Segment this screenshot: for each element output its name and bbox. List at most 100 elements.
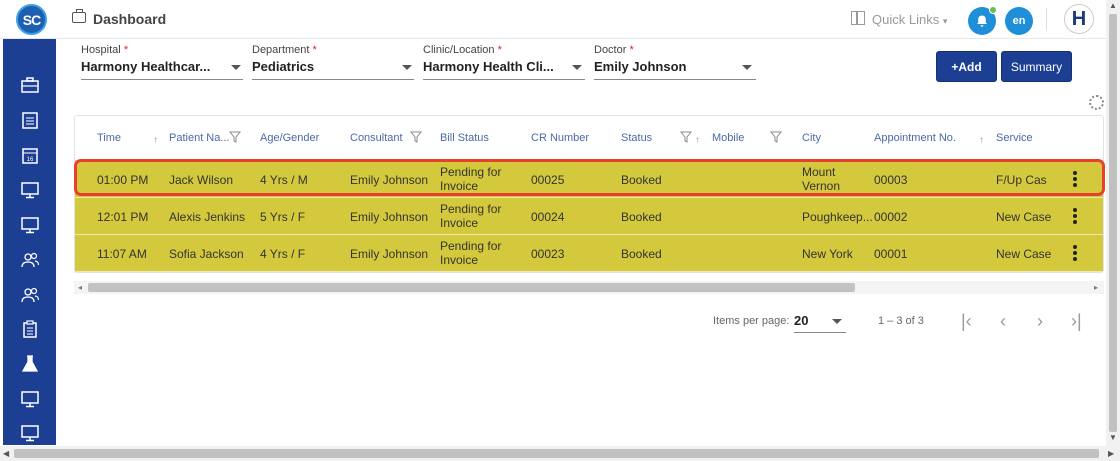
notifications-button[interactable] — [968, 6, 997, 35]
scroll-down-icon[interactable]: ▼ — [1109, 433, 1117, 442]
page-horizontal-scrollbar[interactable]: ◀ ▶ — [0, 446, 1120, 461]
cell-status: Booked — [621, 173, 662, 187]
scroll-up-icon[interactable]: ▲ — [1109, 1, 1117, 10]
cell-patient: Alexis Jenkins — [169, 210, 246, 224]
scrollbar-thumb[interactable] — [14, 449, 1099, 458]
filter-icon[interactable] — [410, 131, 422, 143]
summary-button[interactable]: Summary — [1001, 51, 1072, 82]
monitor-icon[interactable] — [20, 180, 40, 200]
divider — [1046, 8, 1047, 30]
cell-age: 4 Yrs / M — [260, 173, 308, 187]
cell-time: 01:00 PM — [97, 173, 149, 187]
filter-icon[interactable] — [680, 131, 692, 143]
cell-cr: 00023 — [531, 247, 565, 261]
col-service[interactable]: Service — [996, 132, 1033, 144]
clinic-value: Harmony Health Cli... — [423, 59, 554, 74]
scrollbar-thumb[interactable] — [1109, 14, 1117, 432]
first-page-icon[interactable]: |‹ — [961, 311, 972, 332]
language-button[interactable]: en — [1005, 7, 1033, 35]
quick-links-icon[interactable] — [851, 11, 865, 25]
clinic-select[interactable]: Clinic/Location * Harmony Health Cli... — [423, 44, 585, 82]
cell-cr: 00024 — [531, 210, 565, 224]
page-title: Dashboard — [93, 11, 167, 27]
sort-arrow-icon[interactable]: ↑ — [153, 135, 158, 146]
filter-icon[interactable] — [229, 131, 241, 143]
scroll-left-icon[interactable]: ◀ — [3, 449, 9, 458]
user-avatar[interactable]: H — [1064, 4, 1094, 34]
monitor-icon[interactable] — [20, 215, 40, 235]
col-consultant[interactable]: Consultant — [350, 132, 403, 144]
table-row[interactable]: 12:01 PM Alexis Jenkins 5 Yrs / F Emily … — [75, 198, 1103, 235]
col-cr-number[interactable]: CR Number — [531, 132, 589, 144]
table-row[interactable]: 11:07 AM Sofia Jackson 4 Yrs / F Emily J… — [75, 235, 1103, 272]
monitor-icon[interactable] — [20, 389, 40, 409]
underline — [594, 79, 756, 80]
next-page-icon[interactable]: › — [1037, 311, 1043, 332]
cell-bill-status: Pending for Invoice — [440, 165, 502, 193]
monitor-icon[interactable] — [20, 423, 40, 443]
cell-cr: 00025 — [531, 173, 565, 187]
sidebar: 16 — [3, 39, 56, 445]
add-button[interactable]: +Add — [936, 51, 997, 82]
hospital-value: Harmony Healthcar... — [81, 59, 211, 74]
page-vertical-scrollbar[interactable]: ▲ ▼ — [1106, 0, 1120, 446]
chevron-down-icon[interactable] — [832, 319, 842, 324]
underline — [423, 79, 585, 80]
scrollbar-thumb[interactable] — [88, 283, 855, 292]
row-menu-icon[interactable] — [1073, 245, 1077, 261]
users-icon[interactable] — [20, 250, 40, 270]
chevron-down-icon — [572, 65, 582, 70]
appointments-table: Time ↑ Patient Na... Age/Gender Consulta… — [74, 115, 1104, 273]
underline — [794, 332, 846, 333]
scroll-right-icon[interactable]: ▶ — [1108, 449, 1114, 458]
department-select[interactable]: Department * Pediatrics — [252, 44, 414, 82]
doctor-value: Emily Johnson — [594, 59, 687, 74]
cell-appt: 00003 — [874, 173, 908, 187]
last-page-icon[interactable]: ›| — [1071, 311, 1082, 332]
page-range: 1 – 3 of 3 — [878, 315, 924, 327]
cell-time: 11:07 AM — [97, 247, 147, 261]
cell-age: 5 Yrs / F — [260, 210, 306, 224]
cell-consultant: Emily Johnson — [350, 210, 429, 224]
filter-icon[interactable] — [770, 131, 782, 143]
quick-links-menu[interactable]: Quick Links ▾ — [872, 12, 947, 27]
doctor-select[interactable]: Doctor * Emily Johnson — [594, 44, 756, 82]
clipboard-icon[interactable] — [20, 319, 40, 339]
hospital-select[interactable]: Hospital * Harmony Healthcar... — [81, 44, 243, 82]
page-size-select[interactable]: 20 — [794, 313, 808, 328]
sort-arrow-icon[interactable]: ↑ — [695, 135, 700, 146]
col-status[interactable]: Status — [621, 132, 652, 144]
gear-icon[interactable] — [1089, 95, 1104, 110]
col-time[interactable]: Time — [97, 132, 121, 144]
col-appointment-no[interactable]: Appointment No. — [874, 132, 956, 144]
col-city[interactable]: City — [802, 132, 821, 144]
col-mobile[interactable]: Mobile — [712, 132, 744, 144]
prev-page-icon[interactable]: ‹ — [1000, 311, 1006, 332]
table-scrollbar[interactable]: ◂ ▸ — [74, 281, 1104, 294]
notification-dot — [989, 6, 997, 14]
users-icon[interactable] — [20, 285, 40, 305]
row-menu-icon[interactable] — [1073, 208, 1077, 224]
cell-city: Mount Vernon — [802, 165, 841, 193]
cell-status: Booked — [621, 210, 662, 224]
col-bill-status[interactable]: Bill Status — [440, 132, 489, 144]
table-row[interactable]: 01:00 PM Jack Wilson 4 Yrs / M Emily Joh… — [75, 161, 1103, 198]
cell-appt: 00001 — [874, 247, 908, 261]
col-patient[interactable]: Patient Na... — [169, 132, 230, 144]
chevron-down-icon — [402, 65, 412, 70]
col-age[interactable]: Age/Gender — [260, 132, 319, 144]
app-logo[interactable]: SC — [16, 4, 47, 35]
row-menu-icon[interactable] — [1073, 171, 1077, 187]
calendar-icon[interactable]: 16 — [20, 145, 40, 165]
cell-patient: Sofia Jackson — [169, 247, 244, 261]
flask-icon[interactable] — [20, 354, 40, 374]
report-icon[interactable] — [20, 110, 40, 130]
table-header: Time ↑ Patient Na... Age/Gender Consulta… — [75, 116, 1103, 161]
hospital-label: Hospital * — [81, 44, 129, 56]
svg-text:16: 16 — [27, 157, 34, 163]
scroll-right-icon[interactable]: ▸ — [1094, 283, 1098, 292]
clinic-label: Clinic/Location * — [423, 44, 502, 56]
briefcase-icon[interactable] — [20, 75, 40, 95]
sort-arrow-icon[interactable]: ↑ — [979, 135, 984, 146]
scroll-left-icon[interactable]: ◂ — [78, 283, 82, 292]
